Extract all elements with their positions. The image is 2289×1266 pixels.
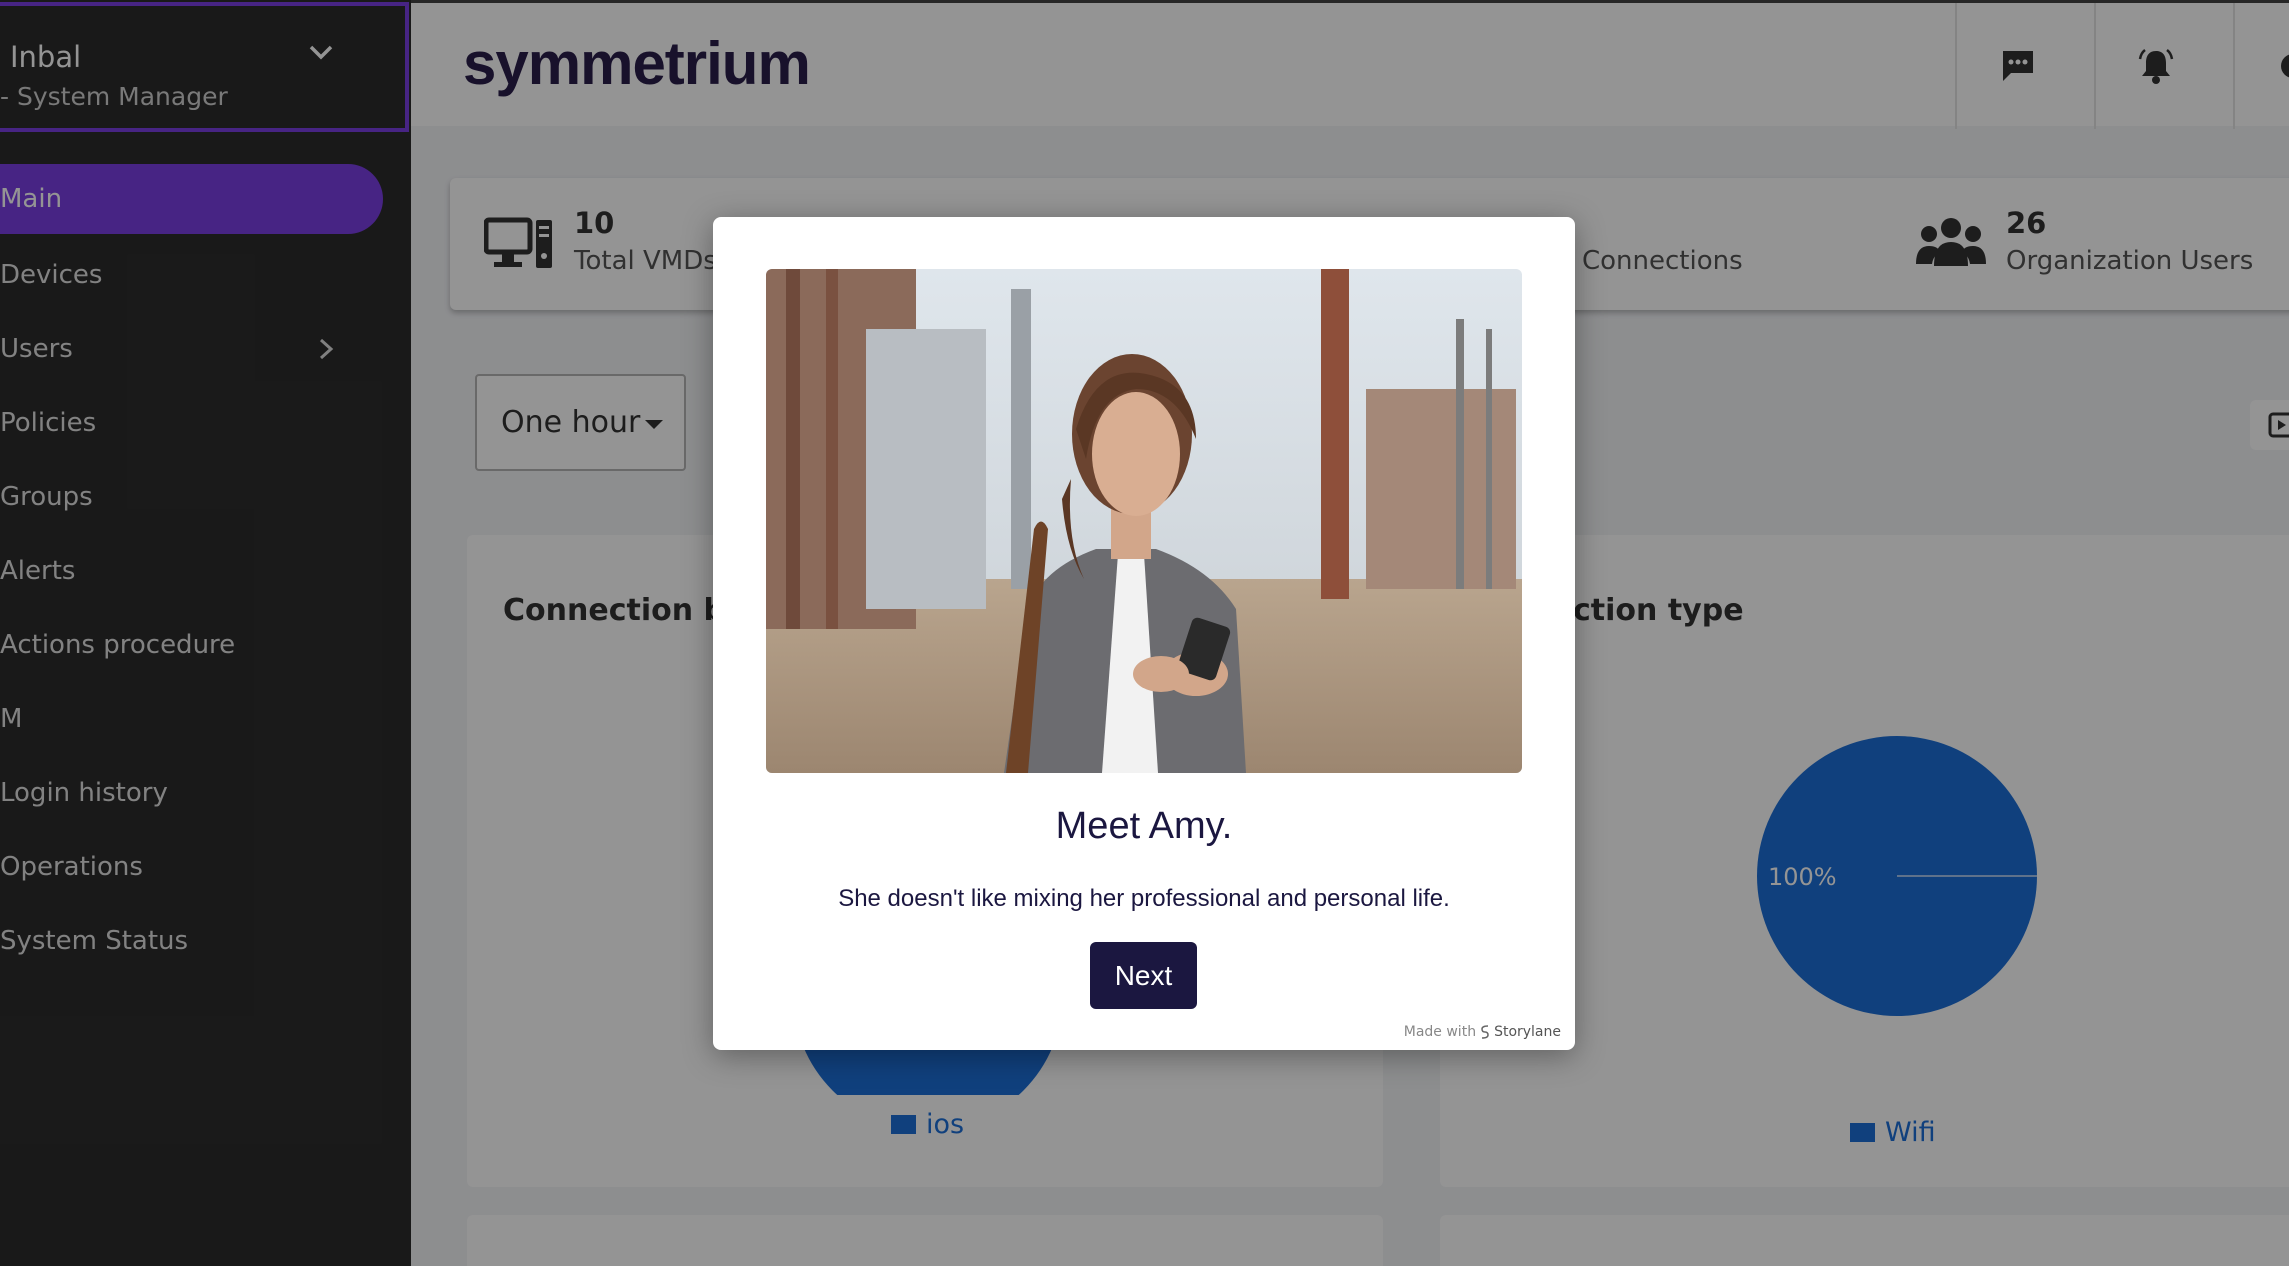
modal-title: Meet Amy. — [1055, 805, 1233, 847]
storylane-logo-icon — [1481, 1025, 1489, 1039]
storylane-brand: Storylane — [1494, 1024, 1561, 1040]
modal-description: She doesn't like mixing her professional… — [838, 885, 1450, 912]
made-with-text: Made with — [1403, 1024, 1477, 1040]
made-with-storylane[interactable]: Made with Storylane — [1404, 1024, 1561, 1040]
intro-modal: Meet Amy. She doesn't like mixing her pr… — [713, 217, 1575, 1050]
next-button[interactable]: Next — [1090, 942, 1197, 1009]
amy-photo — [766, 269, 1522, 773]
